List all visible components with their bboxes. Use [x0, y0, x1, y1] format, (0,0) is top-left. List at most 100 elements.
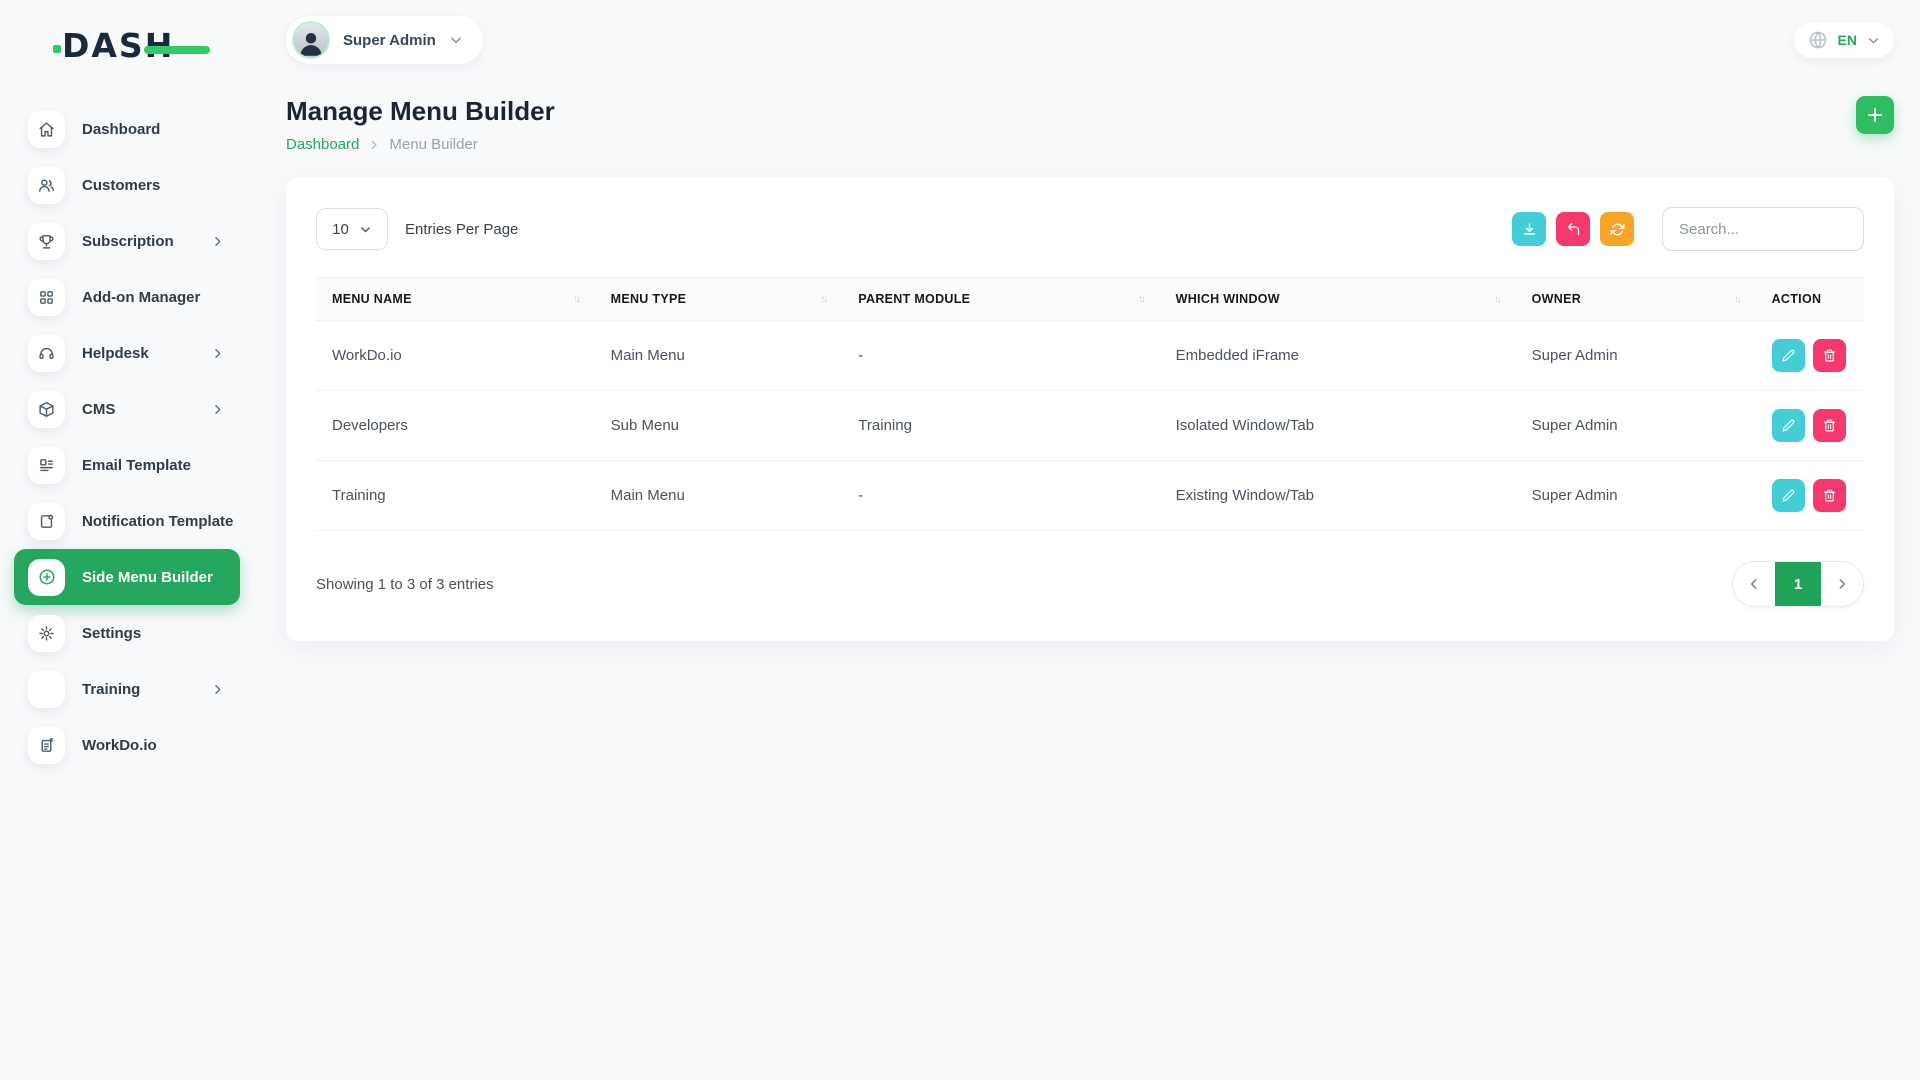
menu-builder-table: MENU NAME↑↓ MENU TYPE↑↓ PARENT MODULE↑↓ …	[316, 277, 1864, 531]
trash-icon	[1823, 419, 1836, 432]
pagination: 1	[1732, 561, 1864, 607]
main-content: Super Admin EN Manage Menu Builder Das	[252, 0, 1920, 1080]
sidebar-item-subscription[interactable]: Subscription	[14, 213, 240, 269]
table-row: Training Main Menu - Existing Window/Tab…	[316, 461, 1864, 531]
column-header-action: ACTION	[1756, 278, 1864, 321]
edit-button[interactable]	[1772, 409, 1805, 442]
clipboard-icon	[28, 503, 65, 540]
sidebar-item-cms[interactable]: CMS	[14, 381, 240, 437]
delete-button[interactable]	[1813, 339, 1846, 372]
logo-accent-dot	[53, 45, 61, 53]
sidebar-item-label: WorkDo.io	[82, 737, 157, 754]
package-icon	[28, 391, 65, 428]
toolbar-actions	[1512, 207, 1864, 251]
column-header-which-window[interactable]: WHICH WINDOW↑↓	[1160, 278, 1516, 321]
topbar: Super Admin EN	[286, 12, 1894, 68]
app-root: DASH Dashboard Customers Subscriptio	[0, 0, 1920, 1080]
trash-icon	[1823, 489, 1836, 502]
grid-icon	[28, 279, 65, 316]
plus-icon	[1865, 105, 1885, 125]
chevron-right-icon	[368, 139, 380, 151]
export-button[interactable]	[1512, 212, 1546, 246]
delete-button[interactable]	[1813, 409, 1846, 442]
sidebar-item-workdo[interactable]: WorkDo.io	[14, 717, 240, 773]
gear-icon	[28, 615, 65, 652]
sort-icon: ↑↓	[1138, 294, 1144, 305]
blank-icon	[28, 671, 65, 708]
sidebar-item-dashboard[interactable]: Dashboard	[14, 101, 240, 157]
entries-per-page-label: Entries Per Page	[405, 221, 518, 238]
entries-per-page-value: 10	[332, 221, 349, 238]
pagination-page-1[interactable]: 1	[1775, 562, 1821, 606]
sidebar-item-settings[interactable]: Settings	[14, 605, 240, 661]
column-header-menu-type[interactable]: MENU TYPE↑↓	[595, 278, 843, 321]
sidebar-item-label: Training	[82, 681, 140, 698]
delete-button[interactable]	[1813, 479, 1846, 512]
sidebar-item-label: Dashboard	[82, 121, 160, 138]
sidebar-item-addon-manager[interactable]: Add-on Manager	[14, 269, 240, 325]
brand-logo[interactable]: DASH	[62, 26, 174, 65]
sidebar-item-side-menu-builder[interactable]: Side Menu Builder	[14, 549, 240, 605]
cell-which-window: Existing Window/Tab	[1160, 461, 1516, 531]
menu-builder-card: 10 Entries Per Page	[286, 177, 1894, 641]
table-row: WorkDo.io Main Menu - Embedded iFrame Su…	[316, 321, 1864, 391]
trash-icon	[1823, 349, 1836, 362]
refresh-icon	[1610, 222, 1625, 237]
cell-which-window: Embedded iFrame	[1160, 321, 1516, 391]
sidebar-item-email-template[interactable]: Email Template	[14, 437, 240, 493]
breadcrumb: Dashboard Menu Builder	[286, 136, 555, 153]
cell-menu-type: Main Menu	[595, 321, 843, 391]
sort-icon: ↑↓	[1494, 294, 1500, 305]
user-menu[interactable]: Super Admin	[286, 16, 483, 64]
cell-menu-name: Training	[316, 461, 595, 531]
sidebar-nav: Dashboard Customers Subscription	[0, 101, 252, 773]
chevron-right-icon	[211, 347, 224, 360]
sidebar-item-label: CMS	[82, 401, 115, 418]
search-input[interactable]	[1662, 207, 1864, 251]
column-header-owner[interactable]: OWNER↑↓	[1516, 278, 1756, 321]
edit-button[interactable]	[1772, 339, 1805, 372]
headset-icon	[28, 335, 65, 372]
column-header-parent-module[interactable]: PARENT MODULE↑↓	[842, 278, 1159, 321]
sort-icon: ↑↓	[1734, 294, 1740, 305]
sidebar: DASH Dashboard Customers Subscriptio	[0, 0, 252, 1080]
users-icon	[28, 167, 65, 204]
cell-menu-type: Main Menu	[595, 461, 843, 531]
page-title: Manage Menu Builder	[286, 96, 555, 127]
cell-parent-module: -	[842, 321, 1159, 391]
showing-entries-text: Showing 1 to 3 of 3 entries	[316, 576, 494, 593]
chevron-down-icon	[1867, 34, 1880, 47]
sidebar-item-notification-template[interactable]: Notification Template	[14, 493, 240, 549]
cell-menu-name: WorkDo.io	[316, 321, 595, 391]
column-header-menu-name[interactable]: MENU NAME↑↓	[316, 278, 595, 321]
pencil-icon	[1782, 489, 1795, 502]
sidebar-item-customers[interactable]: Customers	[14, 157, 240, 213]
refresh-button[interactable]	[1600, 212, 1634, 246]
cell-owner: Super Admin	[1516, 391, 1756, 461]
breadcrumb-dashboard-link[interactable]: Dashboard	[286, 136, 359, 153]
sort-icon: ↑↓	[820, 294, 826, 305]
trophy-icon	[28, 223, 65, 260]
sidebar-item-label: Notification Template	[82, 513, 233, 530]
add-menu-button[interactable]	[1856, 96, 1894, 134]
chevron-down-icon	[449, 33, 463, 47]
download-icon	[1522, 222, 1537, 237]
row-actions	[1772, 409, 1848, 442]
logo-accent-bar	[144, 46, 210, 54]
cell-which-window: Isolated Window/Tab	[1160, 391, 1516, 461]
sidebar-item-helpdesk[interactable]: Helpdesk	[14, 325, 240, 381]
pagination-next-button[interactable]	[1821, 562, 1863, 606]
table-header-row: MENU NAME↑↓ MENU TYPE↑↓ PARENT MODULE↑↓ …	[316, 278, 1864, 321]
language-selector[interactable]: EN	[1794, 22, 1894, 58]
edit-button[interactable]	[1772, 479, 1805, 512]
pagination-prev-button[interactable]	[1733, 562, 1775, 606]
page-header: Manage Menu Builder Dashboard Menu Build…	[286, 96, 1894, 153]
chevron-right-icon	[1835, 577, 1849, 591]
chevron-right-icon	[211, 403, 224, 416]
table-footer: Showing 1 to 3 of 3 entries 1	[316, 561, 1864, 607]
cell-owner: Super Admin	[1516, 321, 1756, 391]
sidebar-item-training[interactable]: Training	[14, 661, 240, 717]
sort-icon: ↑↓	[573, 294, 579, 305]
undo-button[interactable]	[1556, 212, 1590, 246]
entries-per-page-select[interactable]: 10	[316, 208, 388, 250]
